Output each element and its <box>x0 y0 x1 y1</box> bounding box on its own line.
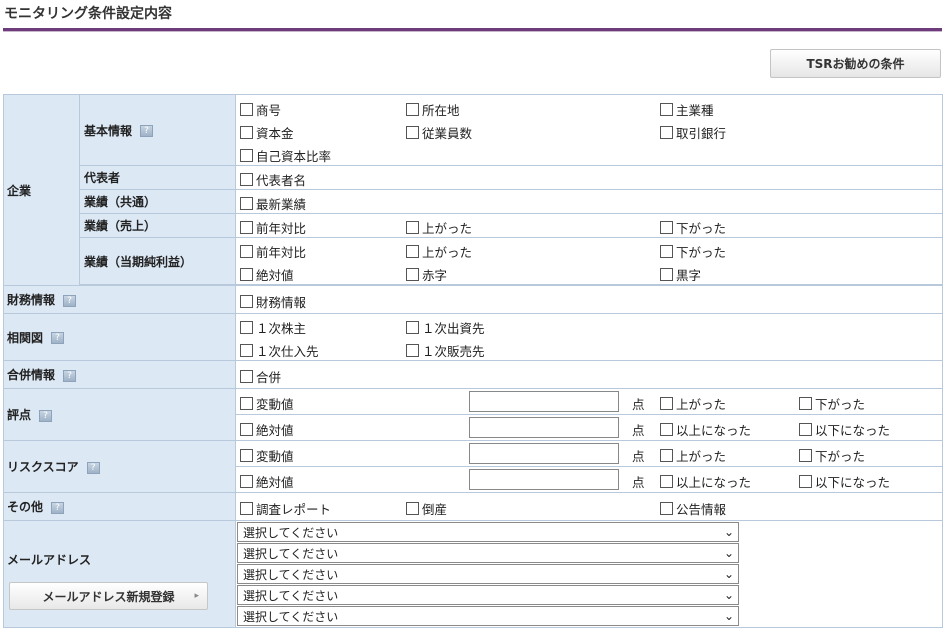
checkbox-primary-shareholder[interactable]: １次株主 <box>240 318 306 337</box>
category-relation: 相関図? <box>3 313 236 361</box>
checkbox-rep-name[interactable]: 代表者名 <box>240 170 306 189</box>
checkbox-primary-investee[interactable]: １次出資先 <box>406 318 485 337</box>
subcategory-representative: 代表者 <box>79 165 236 190</box>
checkbox-research-report[interactable]: 調査レポート <box>240 499 331 518</box>
checkbox-score-absolute[interactable]: 絶対値 <box>240 420 294 439</box>
checkbox-risk-up[interactable]: 上がった <box>660 446 726 465</box>
mail-select-5[interactable]: 選択してください ⌄ <box>237 606 739 626</box>
help-icon[interactable]: ? <box>51 332 65 344</box>
checkbox-sales-up[interactable]: 上がった <box>406 218 472 237</box>
checkbox-merger[interactable]: 合併 <box>240 367 281 386</box>
checkbox-latest-performance[interactable]: 最新業績 <box>240 194 306 213</box>
title-divider-shadow <box>3 31 942 32</box>
checkbox-risk-absolute[interactable]: 絶対値 <box>240 472 294 491</box>
checkbox-profit-absolute[interactable]: 絶対値 <box>240 265 294 284</box>
checkbox-sales-down[interactable]: 下がった <box>660 218 726 237</box>
checkbox-equity-ratio[interactable]: 自己資本比率 <box>240 146 331 165</box>
checkbox-address[interactable]: 所在地 <box>406 100 460 119</box>
checkbox-bank[interactable]: 取引銀行 <box>660 123 726 142</box>
checkbox-profit-surplus[interactable]: 黒字 <box>660 265 701 284</box>
score-change-input[interactable] <box>469 391 619 412</box>
checkbox-profit-down[interactable]: 下がった <box>660 242 726 261</box>
conditions-table: 企業 基本情報? 商号 所在地 主業種 資本金 従業員数 取引銀行 自己資本比率… <box>3 94 943 628</box>
checkbox-score-below[interactable]: 以下になった <box>799 420 890 439</box>
unit-label: 点 <box>632 475 645 490</box>
category-finance: 財務情報? <box>3 285 236 314</box>
mail-select-2[interactable]: 選択してください ⌄ <box>237 543 739 563</box>
category-other: その他? <box>3 492 236 521</box>
help-icon[interactable]: ? <box>39 409 53 422</box>
checkbox-sales-yoy[interactable]: 前年対比 <box>240 218 306 237</box>
checkbox-profit-deficit[interactable]: 赤字 <box>406 265 447 284</box>
score-absolute-input[interactable] <box>469 417 619 438</box>
category-score: 評点? <box>3 388 236 441</box>
mail-select-4[interactable]: 選択してください ⌄ <box>237 585 739 605</box>
checkbox-profit-up[interactable]: 上がった <box>406 242 472 261</box>
checkbox-public-notice[interactable]: 公告情報 <box>660 499 726 518</box>
help-icon[interactable]: ? <box>63 294 77 307</box>
category-merger: 合併情報? <box>3 360 236 389</box>
category-company: 企業 <box>3 94 80 286</box>
checkbox-main-industry[interactable]: 主業種 <box>660 100 714 119</box>
help-icon[interactable]: ? <box>63 369 77 382</box>
mail-select-1[interactable]: 選択してください ⌄ <box>237 522 739 542</box>
subcategory-performance-profit: 業績（当期純利益） <box>79 237 236 285</box>
checkbox-score-up[interactable]: 上がった <box>660 394 726 413</box>
unit-label: 点 <box>632 397 645 412</box>
chevron-down-icon: ⌄ <box>723 609 734 623</box>
checkbox-risk-above[interactable]: 以上になった <box>660 472 751 491</box>
checkbox-finance[interactable]: 財務情報 <box>240 292 306 311</box>
unit-label: 点 <box>632 449 645 464</box>
page-title: モニタリング条件設定内容 <box>4 6 172 22</box>
risk-change-input[interactable] <box>469 443 619 464</box>
checkbox-trade-name[interactable]: 商号 <box>240 100 281 119</box>
checkbox-score-above[interactable]: 以上になった <box>660 420 751 439</box>
checkbox-capital[interactable]: 資本金 <box>240 123 294 142</box>
checkbox-score-down[interactable]: 下がった <box>799 394 865 413</box>
checkbox-risk-change[interactable]: 変動値 <box>240 446 294 465</box>
chevron-down-icon: ⌄ <box>723 567 734 581</box>
help-icon[interactable]: ? <box>140 125 154 137</box>
unit-label: 点 <box>632 423 645 438</box>
subcategory-performance-sales: 業績（売上） <box>79 213 236 238</box>
mail-label: メールアドレス <box>7 553 92 567</box>
chevron-down-icon: ⌄ <box>723 588 734 602</box>
checkbox-primary-customer[interactable]: １次販売先 <box>406 341 485 360</box>
checkbox-score-change[interactable]: 変動値 <box>240 394 294 413</box>
checkbox-employees[interactable]: 従業員数 <box>406 123 472 142</box>
subcategory-basic-info: 基本情報? <box>79 94 236 166</box>
chevron-down-icon: ⌄ <box>723 546 734 560</box>
category-mail: メールアドレス メールアドレス新規登録 ▸ <box>3 520 236 628</box>
checkbox-profit-yoy[interactable]: 前年対比 <box>240 242 306 261</box>
checkbox-risk-down[interactable]: 下がった <box>799 446 865 465</box>
help-icon[interactable]: ? <box>51 501 65 514</box>
checkbox-bankruptcy[interactable]: 倒産 <box>406 499 447 518</box>
checkbox-risk-below[interactable]: 以下になった <box>799 472 890 491</box>
mail-select-3[interactable]: 選択してください ⌄ <box>237 564 739 584</box>
tsr-recommended-button[interactable]: TSRお勧めの条件 <box>770 49 941 78</box>
subcategory-performance-common: 業績（共通） <box>79 189 236 214</box>
help-icon[interactable]: ? <box>86 461 100 474</box>
chevron-right-icon: ▸ <box>194 591 199 601</box>
category-risk-score: リスクスコア? <box>3 440 236 493</box>
risk-absolute-input[interactable] <box>469 469 619 490</box>
checkbox-primary-supplier[interactable]: １次仕入先 <box>240 341 319 360</box>
mail-register-button[interactable]: メールアドレス新規登録 ▸ <box>9 582 208 610</box>
chevron-down-icon: ⌄ <box>723 525 734 539</box>
